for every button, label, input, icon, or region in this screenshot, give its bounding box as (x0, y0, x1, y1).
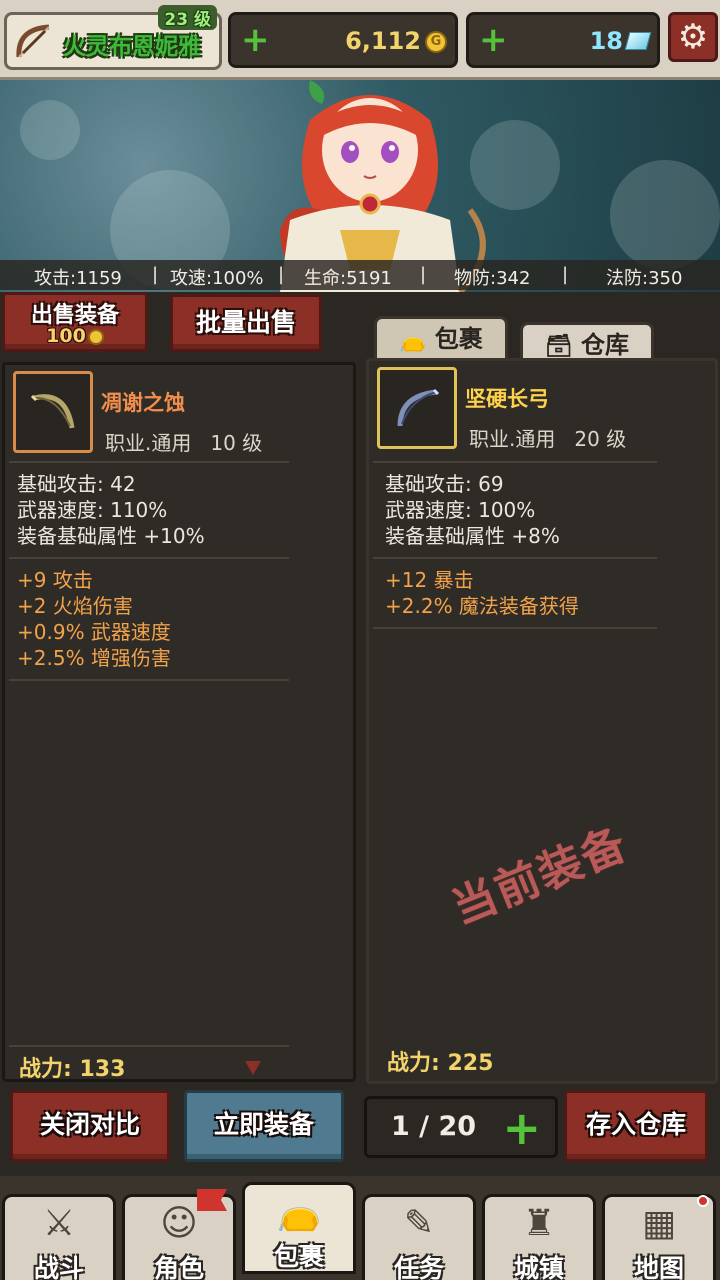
sell-equipment-button[interactable]: 出售装备 100 (2, 292, 148, 352)
coin-icon: G (425, 31, 447, 53)
coin-icon (87, 328, 104, 345)
castle-icon: ♜ (522, 1203, 556, 1244)
nav-label: 地图 (633, 1254, 684, 1280)
nav-bag[interactable]: 👝 包裹 (242, 1182, 356, 1274)
nav-map[interactable]: ▦ 地图 (602, 1194, 716, 1280)
nav-town[interactable]: ♜ 城镇 (482, 1194, 596, 1280)
bow-icon (397, 388, 440, 427)
add-gold-icon[interactable]: + (241, 19, 270, 61)
stat-separator: | (152, 264, 159, 285)
nav-label: 角色 (153, 1254, 204, 1280)
add-gem-icon[interactable]: + (479, 19, 508, 61)
item-slot[interactable] (377, 367, 457, 449)
base-stat: 装备基础属性 +10% (17, 524, 205, 548)
character-badge[interactable]: 火灵布恩妮雅 23 级 (4, 5, 222, 70)
settings-button[interactable]: ⚙ (668, 12, 718, 62)
equipped-stamp: 当前装备 (445, 818, 635, 935)
notification-flag-icon (197, 1189, 227, 1211)
notification-dot-icon (697, 1195, 709, 1207)
stat-attack: 攻击:1159 (34, 268, 122, 289)
top-bar: 火灵布恩妮雅 23 级 + 6,112 G + 18 ⚙ (0, 0, 720, 80)
tab-bag[interactable]: 👝 包裹 (374, 316, 508, 360)
store-to-warehouse-button[interactable]: 存入仓库 (564, 1090, 708, 1162)
base-stat: 装备基础属性 +8% (385, 524, 560, 548)
affix: +0.9% 武器速度 (17, 620, 171, 644)
power-value: 133 (79, 1057, 126, 1082)
sell-price: 100 (5, 325, 145, 347)
expand-bag-icon[interactable]: + (502, 1101, 541, 1155)
bag-capacity-value: 1 / 20 (391, 1111, 477, 1142)
nav-label: 战斗 (33, 1254, 84, 1280)
tab-bag-label: 包裹 (434, 325, 483, 353)
affix-list: +12 暴击 +2.2% 魔法装备获得 (385, 567, 579, 619)
character-level: 23 级 (158, 5, 217, 30)
gold-amount: 6,112 (345, 27, 421, 55)
base-stat: 武器速度: 110% (17, 498, 168, 522)
power-value: 225 (447, 1051, 494, 1076)
stat-separator: | (562, 264, 569, 285)
base-stat: 武器速度: 100% (385, 498, 536, 522)
affix: +9 攻击 (17, 568, 93, 592)
divider (373, 627, 657, 629)
stat-separator: | (278, 264, 285, 285)
divider (373, 557, 657, 559)
power-rating: 战力: 225 (387, 1051, 494, 1076)
divider (373, 461, 657, 463)
batch-sell-button[interactable]: 批量出售 (170, 294, 322, 352)
divider (9, 557, 289, 559)
gear-icon: ⚙ (677, 17, 709, 57)
item-class-level: 职业.通用 20 级 (469, 427, 627, 451)
stat-hp: 生命:5191 (304, 268, 392, 289)
item-name: 坚硬长弓 (465, 387, 549, 411)
power-down-icon (245, 1061, 261, 1075)
base-stats: 基础攻击: 69 武器速度: 100% 装备基础属性 +8% (385, 471, 560, 549)
bag-icon: 👝 (276, 1192, 322, 1233)
bag-icon: 👝 (399, 328, 427, 353)
stat-phys-def: 物防:342 (454, 268, 531, 289)
map-icon: ▦ (641, 1203, 676, 1244)
equipped-item-panel: 坚硬长弓 职业.通用 20 级 基础攻击: 69 武器速度: 100% 装备基础… (366, 358, 718, 1084)
bow-icon (30, 394, 75, 429)
power-rating: 战力: 133 (19, 1057, 126, 1082)
tab-storage-label: 仓库 (580, 331, 629, 359)
affix: +2 火焰伤害 (17, 594, 133, 618)
compare-item-panel: 凋谢之蚀 职业.通用 10 级 基础攻击: 42 武器速度: 110% 装备基础… (2, 362, 356, 1082)
character-name: 火灵布恩妮雅 (63, 34, 201, 60)
affix: +12 暴击 (385, 568, 474, 592)
diamond-icon (624, 32, 652, 50)
base-stat: 基础攻击: 69 (385, 472, 504, 496)
divider (9, 679, 289, 681)
gem-counter[interactable]: + 18 (466, 12, 660, 68)
nav-battle[interactable]: ⚔ 战斗 (2, 1194, 116, 1280)
stat-separator: | (420, 264, 427, 285)
nav-label: 任务 (393, 1254, 444, 1280)
bow-icon (11, 19, 57, 65)
affix-list: +9 攻击 +2 火焰伤害 +0.9% 武器速度 +2.5% 增强伤害 (17, 567, 171, 671)
divider (9, 1045, 289, 1047)
nav-label: 城镇 (513, 1254, 564, 1280)
bag-capacity: 1 / 20 + (364, 1096, 558, 1158)
close-compare-button[interactable]: 关闭对比 (10, 1090, 170, 1162)
affix: +2.5% 增强伤害 (17, 646, 171, 670)
gold-counter[interactable]: + 6,112 G (228, 12, 458, 68)
stat-magic-def: 法防:350 (606, 268, 683, 289)
item-class-level: 职业.通用 10 级 (105, 431, 263, 455)
item-slot[interactable] (13, 371, 93, 453)
nav-quests[interactable]: ✎ 任务 (362, 1194, 476, 1280)
base-stat: 基础攻击: 42 (17, 472, 136, 496)
quest-icon: ✎ (403, 1203, 435, 1244)
hero-stats-bar: 攻击:1159 | 攻速:100% | 生命:5191 | 物防:342 | 法… (0, 260, 720, 290)
affix: +2.2% 魔法装备获得 (385, 594, 579, 618)
nav-character[interactable]: ☺ 角色 (122, 1189, 236, 1280)
gem-amount: 18 (589, 27, 623, 55)
stat-attack-speed: 攻速:100% (170, 268, 264, 289)
crossed-swords-icon: ⚔ (42, 1203, 76, 1244)
bottom-nav: ⚔ 战斗 ☺ 角色 👝 包裹 ✎ 任务 ♜ 城镇 ▦ 地图 (0, 1176, 720, 1280)
base-stats: 基础攻击: 42 武器速度: 110% 装备基础属性 +10% (17, 471, 205, 549)
equip-now-button[interactable]: 立即装备 (184, 1090, 344, 1162)
divider (9, 461, 289, 463)
character-portrait-banner: 攻击:1159 | 攻速:100% | 生命:5191 | 物防:342 | 法… (0, 80, 720, 292)
item-name: 凋谢之蚀 (101, 391, 185, 415)
nav-label: 包裹 (273, 1242, 324, 1271)
